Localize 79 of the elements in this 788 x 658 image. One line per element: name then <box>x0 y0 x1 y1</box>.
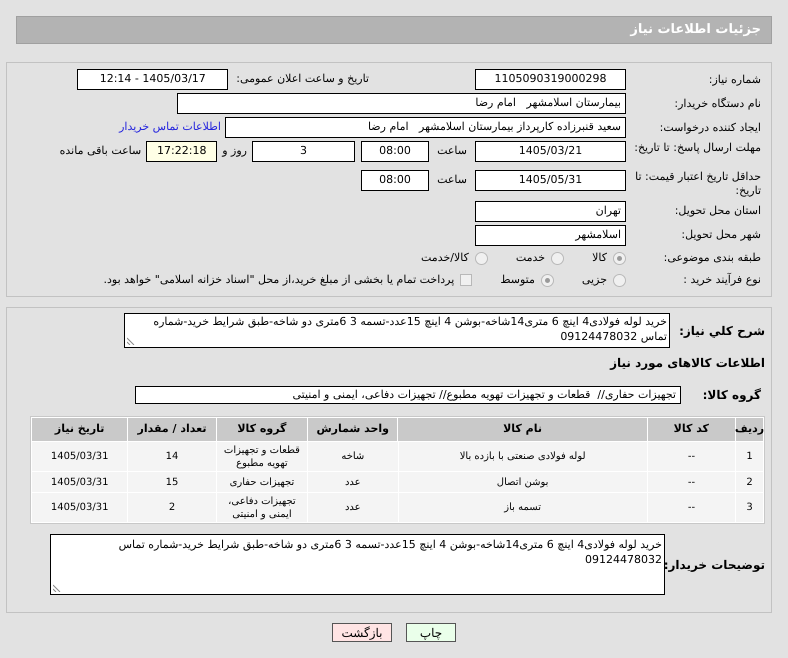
description-textarea[interactable]: خرید لوله فولادی4 اینچ 6 متری14شاخه-بوشن 4 اینچ 15عدد-تسمه 3 6متری دو شاخه-طبق شرایط خرید-شماره تماس 09124478032 <box>124 313 670 348</box>
time-label: ساعت <box>437 172 467 188</box>
goods-group-field: تجهیزات حفاری// قطعات و تجهیزات تهویه مطبوع// تجهیزات دفاعی، ایمنی و امنیتی <box>135 386 681 404</box>
checkbox[interactable] <box>460 274 472 286</box>
table-cell: 15 <box>128 472 216 492</box>
column-header: نام کالا <box>398 418 647 441</box>
table-cell: تجهیزات حفاری <box>216 472 308 492</box>
resize-grip-icon[interactable] <box>127 337 135 345</box>
radio-button[interactable] <box>551 252 564 265</box>
field-label: گروه کالا: <box>702 388 761 402</box>
field-label: نوع فرآیند خرید : <box>682 273 761 288</box>
radio-label: متوسط <box>500 272 535 288</box>
value-field: سعید قنبرزاده کارپرداز بیمارستان اسلامشهر امام رضا <box>225 117 626 138</box>
table-cell: 2 <box>128 493 216 522</box>
value-field: 1405/03/17 - 12:14 <box>77 69 228 90</box>
remaining-label: ساعت باقی مانده <box>60 143 142 159</box>
table-cell: قطعات و تجهیزات تهویه مطبوع <box>216 442 308 471</box>
days-label: روز و <box>222 143 247 159</box>
remaining-time-field: 17:22:18 <box>146 141 218 162</box>
table-cell: تجهیزات دفاعی، ایمنی و امنیتی <box>216 493 308 522</box>
radio-label: جزیی <box>582 272 607 288</box>
field-label: نام دستگاه خریدار: <box>673 96 761 110</box>
value-field: 1405/03/21 <box>475 141 626 162</box>
table-cell: 1405/03/31 <box>32 493 128 522</box>
field-label: مهلت ارسال پاسخ: تا تاریخ: <box>633 141 761 155</box>
resize-grip-icon[interactable] <box>53 584 61 592</box>
value-field: تهران <box>475 200 626 222</box>
radio-button[interactable] <box>540 274 554 287</box>
table-cell: عدد <box>308 472 398 492</box>
table-cell: عدد <box>308 493 398 522</box>
value-field: 1105090319000298 <box>475 69 626 90</box>
buyer-contact-link[interactable]: اطلاعات تماس خریدار <box>119 119 221 136</box>
value-field: بیمارستان اسلامشهر امام رضا <box>177 93 626 114</box>
table-cell: -- <box>648 493 736 522</box>
table-cell: -- <box>648 472 736 492</box>
table-cell: شاخه <box>308 442 398 471</box>
value-field: 08:00 <box>361 141 429 162</box>
table-cell: 1405/03/31 <box>32 442 128 471</box>
column-header: گروه کالا <box>216 418 308 441</box>
column-header: کد کالا <box>648 418 735 441</box>
radio-label: کالا/خدمت <box>421 250 469 266</box>
column-header: واحد شمارش <box>308 418 398 441</box>
value-field: 08:00 <box>361 170 429 191</box>
print-button[interactable]: چاپ <box>406 623 456 642</box>
table-cell: تسمه باز <box>398 493 647 522</box>
table-cell: 1405/03/31 <box>32 472 128 492</box>
field-label: شرح کلي نياز: <box>678 324 765 338</box>
table-cell: -- <box>648 442 736 471</box>
time-label: ساعت <box>437 143 467 159</box>
page-title: جزئیات اطلاعات نیاز <box>630 21 761 40</box>
radio-button[interactable] <box>474 252 488 265</box>
radio-button[interactable] <box>613 252 626 265</box>
column-header: تاریخ نیاز <box>32 418 128 441</box>
field-label: ایجاد کننده درخواست: <box>658 120 761 134</box>
table-cell: لوله فولادی صنعتی با بازده بالا <box>398 442 647 471</box>
radio-button[interactable] <box>613 274 626 287</box>
table-cell: 2 <box>736 472 763 492</box>
value-field: 1405/05/31 <box>475 170 626 191</box>
field-label: شماره نیاز: <box>708 72 761 86</box>
buyer-notes-textarea[interactable]: خرید لوله فولادی4 اینچ 6 متری14شاخه-بوشن 4 اینچ 15عدد-تسمه 3 6متری دو شاخه-طبق شرایط خرید-شماره تماس 09124478032 <box>50 534 665 595</box>
column-header: تعداد / مقدار <box>128 418 216 441</box>
radio-label: کالا <box>592 250 607 266</box>
table-cell: 14 <box>128 442 216 471</box>
back-button[interactable]: بازگشت <box>332 623 392 642</box>
field-label: توضیحات خریدار: <box>665 558 765 572</box>
table-cell: بوشن اتصال <box>398 472 647 492</box>
field-label: طبقه بندی موضوعی: <box>662 251 761 266</box>
field-label: تاریخ و ساعت اعلان عمومی: <box>236 71 369 88</box>
section-title: اطلاعات کالاهای مورد نیاز <box>608 355 765 372</box>
value-field: 3 <box>252 141 355 162</box>
column-header: ردیف <box>736 418 763 441</box>
field-label: حداقل تاریخ اعتبار قیمت: تا تاریخ: <box>634 170 761 198</box>
table-cell: 3 <box>736 493 763 522</box>
value-field: اسلامشهر <box>475 224 626 246</box>
checkbox-label: پرداخت تمام یا بخشی از مبلغ خرید،از محل "اسناد خزانه اسلامی" خواهد بود. <box>104 272 454 288</box>
field-label: استان محل تحویل: <box>674 204 761 218</box>
field-label: شهر محل تحویل: <box>680 228 761 242</box>
table-cell: 1 <box>736 442 763 471</box>
radio-label: خدمت <box>516 250 546 266</box>
